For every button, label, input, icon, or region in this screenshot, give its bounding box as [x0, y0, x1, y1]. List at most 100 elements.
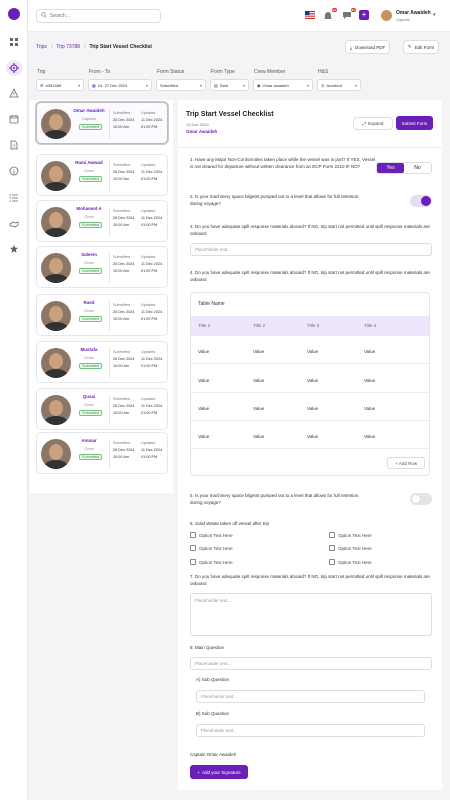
- checkbox[interactable]: [329, 532, 335, 538]
- checkbox[interactable]: [190, 532, 196, 538]
- filter-label-form-status: Form Status: [157, 69, 185, 75]
- divider: [109, 301, 110, 331]
- crew-name: Raed: [83, 300, 95, 305]
- edit-form-button[interactable]: ✎ Edit Form: [403, 40, 440, 54]
- checkbox[interactable]: [329, 545, 335, 551]
- option-checkbox[interactable]: Option Text Here: [329, 532, 372, 538]
- checklist-form: Trip Start Vessel Checklist 12 Dec 2024 …: [178, 100, 442, 790]
- crew-card[interactable]: Mustafa Crew Submitted Submitted 26 Dec 2024…: [36, 341, 168, 383]
- submitted-time: 10:00 Am: [113, 364, 130, 368]
- question-7: 7. Do you have adequate spill response m…: [190, 574, 430, 586]
- question-5-toggle[interactable]: [410, 493, 432, 505]
- user-name: Omar Awaideh: [396, 10, 431, 16]
- question-4: 4. Do you have adequate spill response m…: [190, 270, 430, 282]
- crew-card[interactable]: Rami Awwad Crew Submitted Submitted 26 Dec 2…: [36, 154, 168, 196]
- chat-badge: 99: [350, 8, 356, 12]
- checkbox[interactable]: [329, 559, 335, 565]
- table-cell: Value: [253, 406, 265, 411]
- notification-icon[interactable]: 99: [323, 8, 337, 20]
- list-icon[interactable]: [9, 193, 19, 203]
- add-signature-label: Add your Signature: [202, 769, 241, 775]
- option-checkbox[interactable]: Option Text Here: [329, 545, 372, 551]
- app-logo[interactable]: [8, 8, 20, 20]
- chat-icon[interactable]: 99: [342, 8, 356, 20]
- add-signature-button[interactable]: + Add your Signature: [190, 765, 248, 779]
- submit-form-button[interactable]: Submit Form: [396, 116, 433, 130]
- submitted-date: 26 Dec 2024: [113, 216, 135, 220]
- crew-member-select[interactable]: ◉ Omar Awaideh ▾: [253, 79, 313, 91]
- trip-value: #392486: [45, 82, 62, 88]
- chevron-down-icon: ▾: [145, 82, 148, 88]
- table-cell: Value: [307, 349, 319, 354]
- question-8-input[interactable]: Placeholder text...: [190, 657, 432, 670]
- checkbox[interactable]: [190, 545, 196, 551]
- star-icon[interactable]: [9, 244, 19, 254]
- search-input[interactable]: [50, 13, 150, 19]
- crew-card[interactable]: Saleem Crew Submitted Submitted 26 Dec 2024 1…: [36, 246, 168, 288]
- submitted-label: Submitted: [113, 441, 131, 445]
- crew-card[interactable]: Ammar Crew Submitted Submitted 26 Dec 2024 10…: [36, 432, 168, 474]
- form-user[interactable]: Omar Awaideh: [186, 129, 217, 134]
- crew-role: Crew: [84, 214, 94, 219]
- updated-time: 01:00 PM: [141, 411, 158, 415]
- yes-no-toggle: Yes No: [376, 162, 432, 174]
- crew-card[interactable]: Qusai Crew Submitted Submitted 26 Dec 2024 10…: [36, 388, 168, 430]
- avatar[interactable]: [381, 10, 392, 21]
- option-checkbox[interactable]: Option Text Here: [190, 545, 233, 551]
- sub-question-a-input[interactable]: Placeholder text...: [196, 690, 425, 703]
- trip-select[interactable]: ⚙ #392486 ▾: [36, 79, 84, 91]
- no-button[interactable]: No: [404, 163, 431, 173]
- submitted-label: Submitted: [113, 111, 131, 115]
- option-checkbox[interactable]: Option Text Here: [190, 532, 233, 538]
- submitted-label: Submitted: [113, 350, 131, 354]
- grid-icon[interactable]: [9, 37, 19, 47]
- updated-label: Updated: [141, 111, 156, 115]
- sub-question-b-input[interactable]: Placeholder text...: [196, 724, 425, 737]
- status-badge: Submitted: [79, 363, 103, 369]
- question-3-input[interactable]: Placeholder text...: [190, 243, 432, 256]
- divider: [109, 253, 110, 283]
- crew-role: Crew: [84, 402, 94, 407]
- crew-role: Crew: [84, 308, 94, 313]
- handshake-icon[interactable]: [9, 219, 19, 229]
- sub-question-a: A) Sub Question: [196, 677, 230, 682]
- crew-card[interactable]: Raed Crew Submitted Submitted 26 Dec 2024 10:…: [36, 294, 168, 336]
- option-label: Option Text Here: [338, 559, 372, 565]
- table-cell: Value: [307, 406, 319, 411]
- hs-select[interactable]: ◎ Accident ▾: [317, 79, 361, 91]
- question-7-textarea[interactable]: Placeholder text...: [190, 593, 432, 636]
- flag-icon[interactable]: [304, 10, 316, 20]
- option-checkbox[interactable]: Option Text Here: [190, 559, 233, 565]
- calendar-icon[interactable]: [9, 114, 19, 124]
- table-cell: Value: [364, 406, 376, 411]
- option-checkbox[interactable]: Option Text Here: [329, 559, 372, 565]
- updated-label: Updated: [141, 303, 156, 307]
- option-label: Option Text Here: [199, 545, 233, 551]
- checkbox[interactable]: [190, 559, 196, 565]
- form-status-select[interactable]: Submitted ▾: [156, 79, 206, 91]
- add-button[interactable]: +: [359, 10, 369, 20]
- date-range-select[interactable]: ▦ 24- 27 Dec 2024 ▾: [88, 79, 152, 91]
- crew-card[interactable]: Omar Awaideh Captain Submitted Submitted 26 …: [36, 102, 168, 144]
- filter-label-from-to: From - To: [89, 69, 111, 75]
- alert-icon[interactable]: [9, 88, 19, 98]
- breadcrumb-trip[interactable]: Trip 73788: [56, 44, 80, 50]
- updated-label: Updated: [141, 255, 156, 259]
- download-pdf-button[interactable]: ⤓ Download PDF: [345, 40, 391, 54]
- updated-time: 01:00 PM: [141, 223, 158, 227]
- add-row-button[interactable]: + Add Row: [387, 457, 425, 469]
- yes-button[interactable]: Yes: [377, 163, 404, 173]
- expand-label: Expand: [368, 121, 384, 126]
- search-box[interactable]: [36, 9, 161, 23]
- form-type-select[interactable]: ▤ Start ▾: [210, 79, 249, 91]
- breadcrumb-trips[interactable]: Trips: [36, 44, 47, 50]
- filter-label-hs: H&S: [318, 69, 329, 75]
- ship-wheel-icon[interactable]: [6, 60, 22, 76]
- submitted-date: 26 Dec 2024: [113, 170, 135, 174]
- info-icon[interactable]: [9, 166, 19, 176]
- question-2-toggle[interactable]: [410, 195, 432, 207]
- chevron-down-icon[interactable]: ▾: [433, 12, 436, 18]
- expand-button[interactable]: ⤢ Expand: [353, 117, 393, 130]
- document-icon[interactable]: [9, 140, 19, 150]
- crew-card[interactable]: Mohamed A Crew Submitted Submitted 26 Dec 20…: [36, 200, 168, 242]
